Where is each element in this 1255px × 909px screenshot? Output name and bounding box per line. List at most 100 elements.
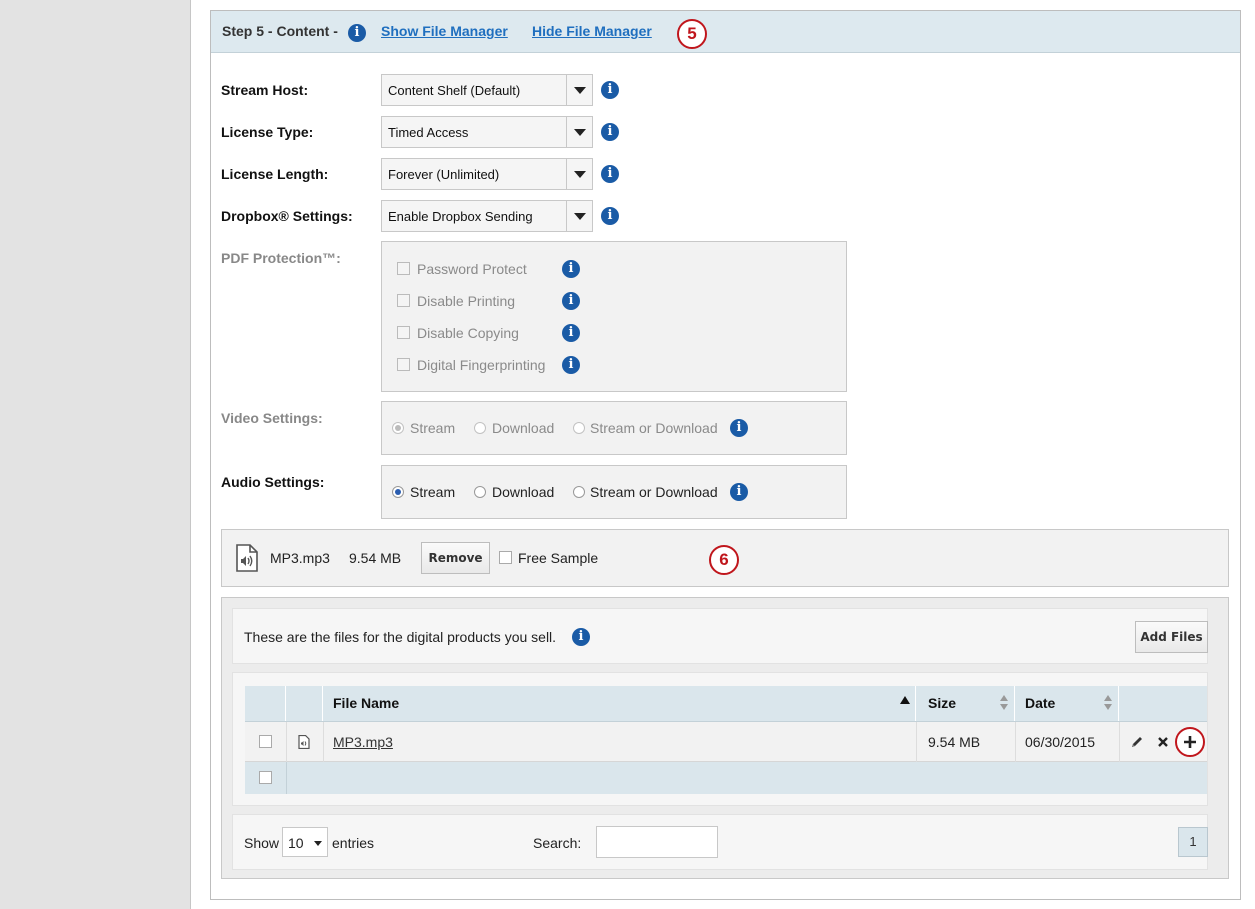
- info-icon[interactable]: i: [730, 483, 748, 501]
- info-icon[interactable]: i: [601, 81, 619, 99]
- actions-column-header: [1119, 686, 1207, 721]
- add-files-button[interactable]: Add Files: [1135, 621, 1208, 653]
- password-protect-checkbox[interactable]: [397, 262, 410, 275]
- info-icon[interactable]: i: [601, 123, 619, 141]
- hide-file-manager-link[interactable]: Hide File Manager: [532, 23, 652, 39]
- audio-stream-or-download-label: Stream or Download: [590, 484, 718, 500]
- info-icon[interactable]: i: [348, 24, 366, 42]
- audio-file-icon: [298, 735, 310, 749]
- row-divider: [323, 722, 324, 762]
- license-length-select[interactable]: Forever (Unlimited): [381, 158, 593, 190]
- license-type-value: Timed Access: [388, 125, 469, 140]
- table-footer: Show 10 entries Search: 1: [232, 814, 1208, 870]
- pdf-protection-label: PDF Protection™:: [221, 250, 341, 266]
- dropbox-settings-label: Dropbox® Settings:: [221, 208, 353, 224]
- entries-label: entries: [332, 835, 375, 851]
- video-stream-or-download-label: Stream or Download: [590, 420, 718, 436]
- disable-printing-label: Disable Printing: [417, 293, 516, 309]
- row-divider: [286, 722, 287, 762]
- chevron-down-icon: [566, 159, 592, 189]
- row-divider: [916, 722, 917, 762]
- stream-host-select[interactable]: Content Shelf (Default): [381, 74, 593, 106]
- plus-icon: [1184, 736, 1196, 748]
- table-row: MP3.mp3 9.54 MB 06/30/2015: [245, 722, 1207, 762]
- video-stream-or-download-radio[interactable]: [573, 422, 585, 434]
- digital-fingerprinting-checkbox[interactable]: [397, 358, 410, 371]
- attached-file-bar: MP3.mp3 9.54 MB Remove Free Sample 6: [221, 529, 1229, 587]
- free-sample-checkbox[interactable]: [499, 551, 512, 564]
- free-sample-label: Free Sample: [518, 550, 599, 566]
- license-type-label: License Type:: [221, 124, 314, 140]
- dropbox-settings-select[interactable]: Enable Dropbox Sending: [381, 200, 593, 232]
- audio-download-radio[interactable]: [474, 486, 486, 498]
- callout-5-badge: 5: [677, 19, 707, 49]
- add-circle-button[interactable]: [1175, 727, 1205, 757]
- audio-stream-label: Stream: [410, 484, 456, 500]
- info-icon[interactable]: i: [562, 292, 580, 310]
- video-download-label: Download: [492, 420, 555, 436]
- file-name-link[interactable]: MP3.mp3: [333, 734, 393, 750]
- disable-printing-checkbox[interactable]: [397, 294, 410, 307]
- file-name-header-label: File Name: [333, 695, 400, 711]
- audio-settings-box: Stream Download Stream or Download i: [381, 465, 847, 519]
- info-icon[interactable]: i: [562, 356, 580, 374]
- info-icon[interactable]: i: [730, 419, 748, 437]
- pdf-protection-box: Password Protect i Disable Printing i Di…: [381, 241, 847, 392]
- row-select-checkbox[interactable]: [259, 735, 272, 748]
- sort-icon: [1000, 695, 1008, 711]
- info-icon[interactable]: i: [562, 324, 580, 342]
- entries-per-page-select[interactable]: 10: [282, 827, 328, 857]
- size-header-label: Size: [928, 695, 957, 711]
- password-protect-label: Password Protect: [417, 261, 527, 277]
- row-divider: [1119, 722, 1120, 762]
- video-stream-radio[interactable]: [392, 422, 404, 434]
- row-select-checkbox[interactable]: [259, 771, 272, 784]
- icon-column-header: [286, 686, 323, 721]
- search-label: Search:: [533, 835, 582, 851]
- audio-file-icon: [236, 544, 258, 572]
- callout-6-badge: 6: [709, 545, 739, 575]
- entries-per-page-value: 10: [288, 835, 304, 851]
- video-download-radio[interactable]: [474, 422, 486, 434]
- info-icon[interactable]: i: [601, 207, 619, 225]
- size-column-header[interactable]: Size: [916, 686, 1015, 721]
- info-icon[interactable]: i: [562, 260, 580, 278]
- left-sidebar: [0, 0, 191, 909]
- date-header-label: Date: [1025, 695, 1056, 711]
- info-icon[interactable]: i: [572, 628, 590, 646]
- info-icon[interactable]: i: [601, 165, 619, 183]
- date-column-header[interactable]: Date: [1015, 686, 1119, 721]
- file-table-wrapper: File Name Size Date MP3.mp3 9.54 MB 06/3…: [232, 672, 1208, 806]
- file-date-cell: 06/30/2015: [1025, 734, 1096, 750]
- file-manager: These are the files for the digital prod…: [221, 597, 1229, 879]
- audio-download-label: Download: [492, 484, 555, 500]
- disable-copying-checkbox[interactable]: [397, 326, 410, 339]
- chevron-down-icon: [566, 75, 592, 105]
- row-divider: [1015, 722, 1016, 762]
- digital-fingerprinting-label: Digital Fingerprinting: [417, 357, 546, 373]
- sort-icon: [1104, 695, 1112, 711]
- show-file-manager-link[interactable]: Show File Manager: [381, 23, 508, 39]
- file-manager-toolbar: These are the files for the digital prod…: [232, 608, 1208, 664]
- audio-settings-label: Audio Settings:: [221, 474, 325, 490]
- stream-host-label: Stream Host:: [221, 82, 309, 98]
- file-manager-description: These are the files for the digital prod…: [244, 629, 557, 645]
- table-row: [245, 762, 1207, 794]
- file-name-column-header[interactable]: File Name: [323, 686, 916, 721]
- chevron-down-icon: [314, 841, 322, 846]
- audio-stream-or-download-radio[interactable]: [573, 486, 585, 498]
- table-header: File Name Size Date: [245, 686, 1207, 722]
- row-divider: [286, 762, 287, 794]
- audio-stream-radio[interactable]: [392, 486, 404, 498]
- license-type-select[interactable]: Timed Access: [381, 116, 593, 148]
- attached-file-size: 9.54 MB: [349, 550, 402, 566]
- dropbox-settings-value: Enable Dropbox Sending: [388, 209, 533, 224]
- pencil-icon[interactable]: [1130, 735, 1144, 749]
- remove-button[interactable]: Remove: [421, 542, 490, 574]
- delete-x-icon[interactable]: [1157, 736, 1169, 748]
- file-table: File Name Size Date MP3.mp3 9.54 MB 06/3…: [245, 686, 1207, 794]
- license-length-label: License Length:: [221, 166, 329, 182]
- pagination-page-button[interactable]: 1: [1178, 827, 1208, 857]
- step-header: Step 5 - Content - i Show File Manager H…: [211, 11, 1240, 53]
- search-input[interactable]: [596, 826, 718, 858]
